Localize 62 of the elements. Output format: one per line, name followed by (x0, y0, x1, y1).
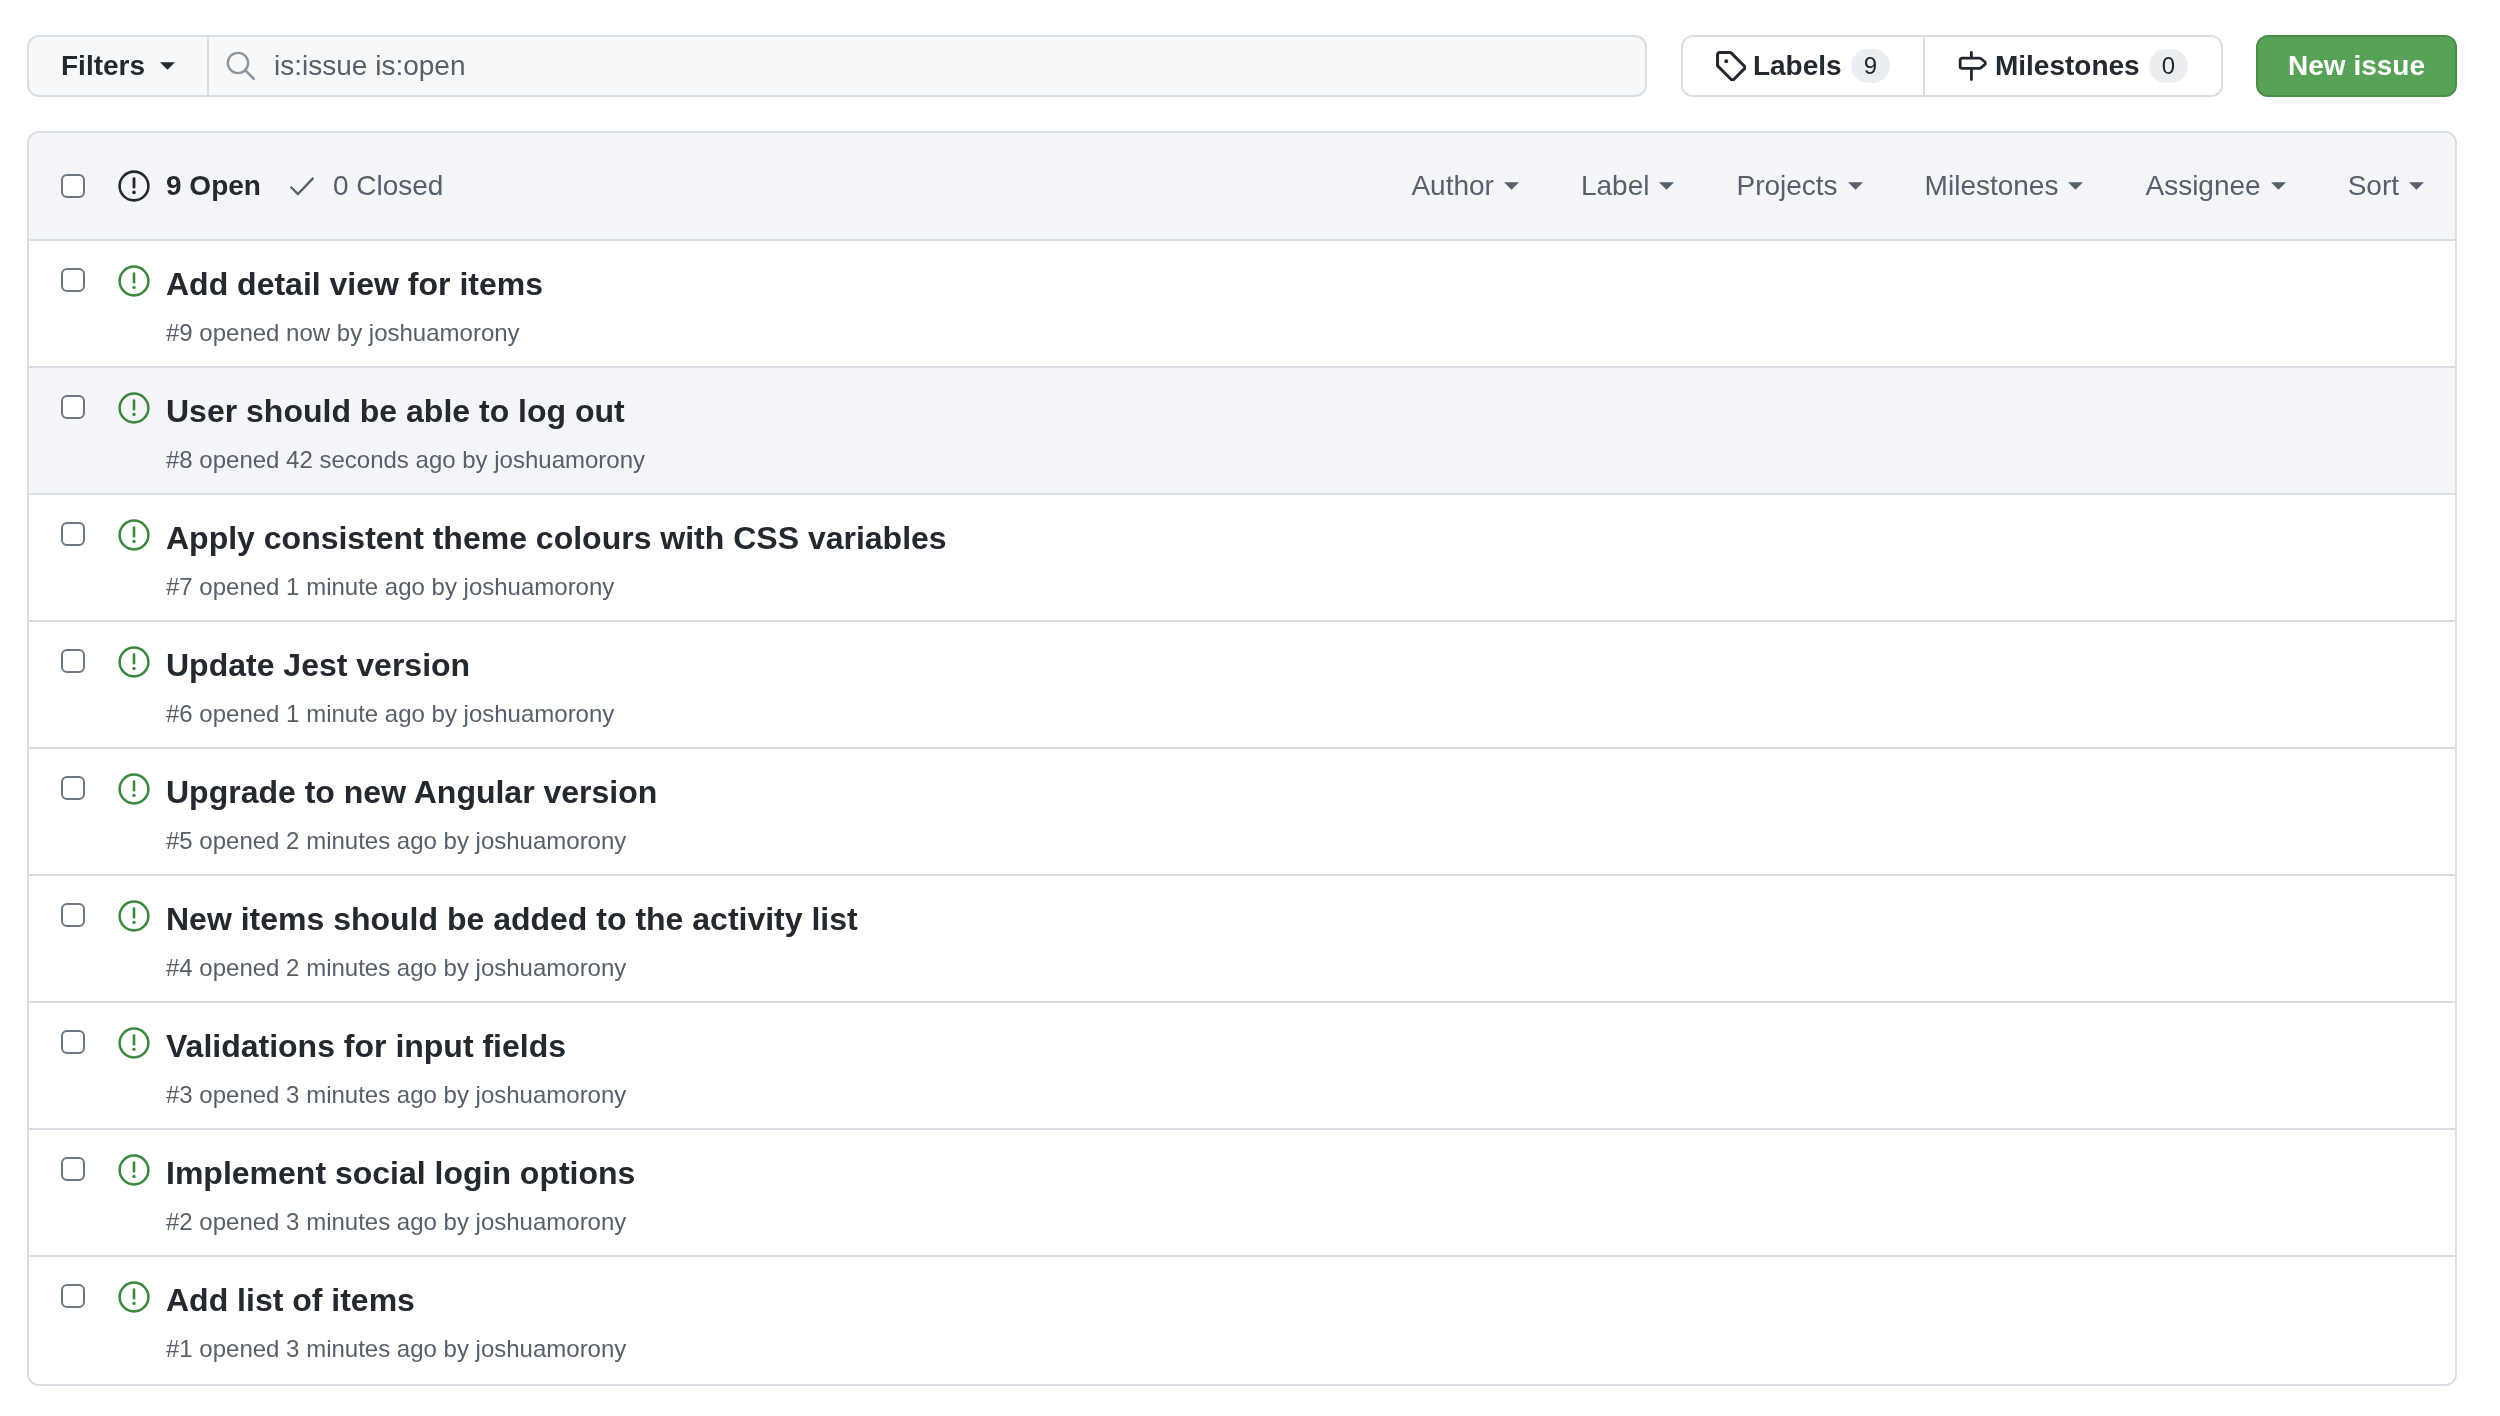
exclamation-circle-icon (118, 1281, 150, 1313)
count-badge: 0 (2148, 49, 2189, 83)
exclamation-circle-icon (118, 646, 150, 678)
caret-icon (2409, 182, 2424, 190)
issue-meta: #9 opened now by joshuamorony (166, 318, 520, 348)
checkbox[interactable] (61, 395, 85, 419)
exclamation-circle-icon (118, 265, 150, 297)
exclamation-circle-icon (118, 1154, 150, 1186)
caret-icon (2270, 182, 2286, 190)
issue-meta: #8 opened 42 seconds ago by joshuamorony (166, 445, 645, 475)
count-badge: 9 (1850, 49, 1890, 83)
search-icon (226, 51, 256, 80)
exclamation-circle-icon (118, 1027, 150, 1059)
exclamation-circle-icon (118, 900, 150, 932)
issue-meta: #6 opened 1 minute ago by joshuamorony (166, 699, 615, 729)
search-field[interactable]: is:issue is:open (209, 35, 1647, 97)
caret-icon (1659, 182, 1675, 190)
filter-menu[interactable]: Milestones (1924, 170, 2084, 202)
caret-icon (160, 62, 176, 70)
filters-button[interactable]: Filters (27, 35, 210, 97)
issue-title[interactable]: User should be able to log out (166, 389, 625, 433)
caret-icon (2068, 182, 2084, 190)
issue-meta: #3 opened 3 minutes ago by joshuamorony (166, 1080, 627, 1110)
tag-icon (1715, 51, 1746, 81)
milestones-button[interactable]: Milestones 0 (1923, 37, 2222, 95)
filter-menu[interactable]: Projects (1736, 170, 1863, 202)
issue-title[interactable]: Add detail view for items (166, 262, 543, 306)
issue-title[interactable]: New items should be added to the activity list (166, 897, 858, 941)
checkbox[interactable] (61, 649, 85, 673)
checkbox[interactable] (61, 268, 85, 292)
issue-meta: #1 opened 3 minutes ago by joshuamorony (166, 1334, 627, 1364)
signpost-icon (1958, 51, 1988, 81)
state-tab[interactable]: 9 Open (118, 170, 261, 202)
issue-title[interactable]: Validations for input fields (166, 1024, 567, 1068)
exclamation-circle-icon (118, 519, 150, 551)
issue-title[interactable]: Implement social login options (166, 1151, 636, 1195)
filter-menu[interactable]: Assignee (2145, 170, 2286, 202)
issue-title[interactable]: Apply consistent theme colours with CSS variables (166, 516, 947, 560)
exclamation-circle-icon (118, 170, 150, 202)
issue-meta: #4 opened 2 minutes ago by joshuamorony (166, 953, 627, 983)
issue-meta: #5 opened 2 minutes ago by joshuamorony (166, 826, 627, 856)
checkbox[interactable] (61, 522, 85, 546)
checkbox[interactable] (61, 776, 85, 800)
issue-title[interactable]: Upgrade to new Angular version (166, 770, 658, 814)
issue-meta: #7 opened 1 minute ago by joshuamorony (166, 572, 615, 602)
checkbox[interactable] (61, 1284, 85, 1308)
checkbox[interactable] (61, 1030, 85, 1054)
checkbox[interactable] (61, 903, 85, 927)
state-tab[interactable]: 0 Closed (288, 170, 444, 202)
issue-meta: #2 opened 3 minutes ago by joshuamorony (166, 1207, 627, 1237)
caret-icon (1847, 182, 1863, 190)
check-icon (288, 176, 315, 196)
checkbox[interactable] (61, 174, 85, 198)
filter-menu[interactable]: Sort (2347, 170, 2424, 202)
filter-menu[interactable]: Label (1580, 170, 1675, 202)
exclamation-circle-icon (118, 773, 150, 805)
issue-title[interactable]: Update Jest version (166, 643, 471, 687)
caret-icon (1503, 182, 1519, 190)
filter-menu[interactable]: Author (1411, 170, 1519, 202)
exclamation-circle-icon (118, 392, 150, 424)
issue-title[interactable]: Add list of items (166, 1278, 415, 1322)
checkbox[interactable] (61, 1157, 85, 1181)
